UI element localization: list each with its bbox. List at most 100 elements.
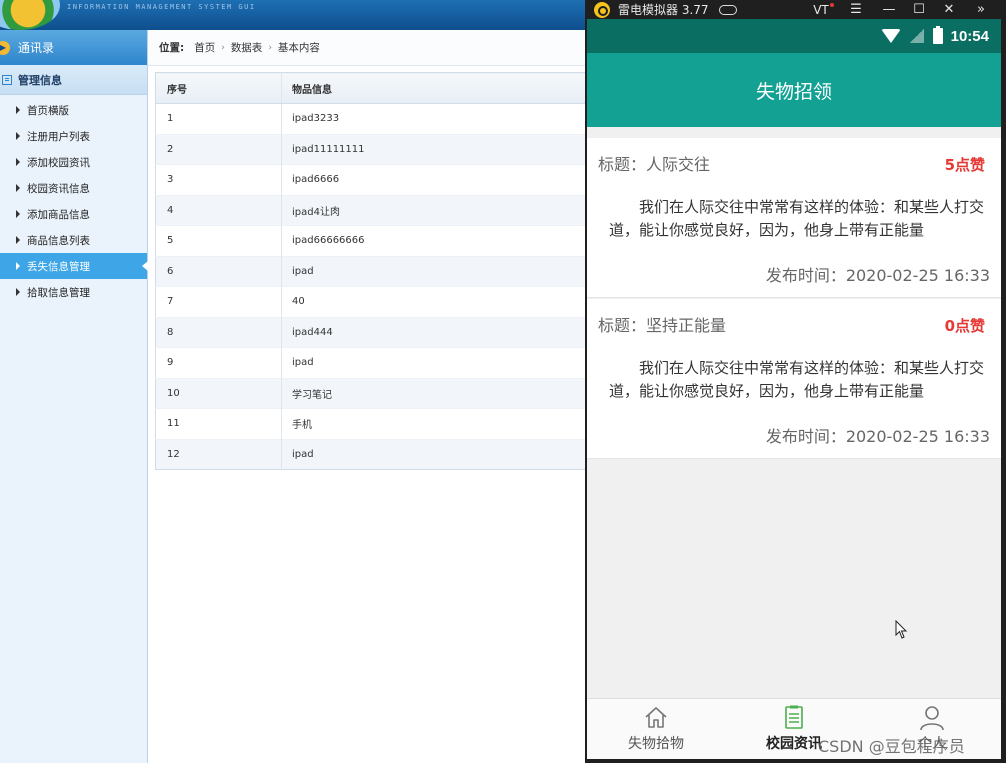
gamepad-icon[interactable] <box>718 4 737 15</box>
breadcrumb: 位置: 首页 › 数据表 › 基本内容 <box>148 30 588 66</box>
cell-id: 2 <box>155 133 282 165</box>
table-row[interactable]: 10 学习笔记 <box>155 377 588 409</box>
cell-item: 手机 <box>281 408 588 439</box>
cell-item: ipad6666 <box>281 164 588 195</box>
sidebar-item-lost-manage[interactable]: 丢失信息管理 <box>0 253 148 279</box>
phone-screen: 10:54 失物招领 标题：人际交往 5点赞 我们在人际交往中常常有这样的体验：… <box>587 19 1001 759</box>
card-likes: 5点赞 <box>944 156 985 174</box>
minimize-icon[interactable]: — <box>880 0 898 19</box>
sidebar-item-label: 校园资讯信息 <box>27 182 90 195</box>
nav-label: 校园资讯 <box>766 736 822 752</box>
app-bar: 失物招领 <box>587 53 1001 127</box>
sidebar-item-add-news[interactable]: 添加校园资讯 <box>0 149 147 175</box>
logo-icon <box>0 0 60 30</box>
card-body: 我们在人际交往中常常有这样的体验：和某些人打交道，能让你感觉良好，因为，他身上带… <box>609 359 985 400</box>
table-row[interactable]: 11 手机 <box>155 408 588 439</box>
card-time: 发布时间：2020-02-25 16:33 <box>765 266 990 285</box>
cell-id: 5 <box>155 225 282 256</box>
cell-id: 10 <box>155 377 282 409</box>
cell-item: ipad66666666 <box>281 225 588 256</box>
sidebar-item-product-list[interactable]: 商品信息列表 <box>0 227 147 253</box>
cell-id: 3 <box>155 164 282 195</box>
header-subtitle: INFORMATION MANAGEMENT SYSTEM GUI <box>67 3 256 11</box>
nav-label: 失物拾物 <box>628 736 684 752</box>
news-card[interactable]: 标题：坚持正能量 0点赞 我们在人际交往中常常有这样的体验：和某些人打交道，能让… <box>587 299 1001 459</box>
cell-item: ipad <box>281 347 588 378</box>
caret-right-icon <box>16 262 20 270</box>
sidebar-section-contacts-label: 通讯录 <box>18 41 55 55</box>
sidebar-item-label: 商品信息列表 <box>27 234 90 247</box>
emulator-titlebar[interactable]: 雷电模拟器 3.77 VT ☰ — ☐ ✕ » <box>585 0 1006 19</box>
menu-icon[interactable]: ☰ <box>847 0 865 19</box>
sidebar-item-label: 拾取信息管理 <box>27 286 90 299</box>
table-row[interactable]: 12 ipad <box>155 438 588 470</box>
table-row[interactable]: 7 40 <box>155 286 588 317</box>
cell-id: 12 <box>155 438 282 470</box>
sidebar-item-label: 注册用户列表 <box>27 130 90 143</box>
sidebar-item-news-info[interactable]: 校园资讯信息 <box>0 175 147 201</box>
breadcrumb-label: 位置: <box>159 42 185 54</box>
watermark: CSDN @豆包程序员 <box>818 737 965 756</box>
cell-item: ipad3233 <box>281 103 588 134</box>
table-row[interactable]: 1 ipad3233 <box>155 103 588 134</box>
chevron-right-icon: ▶ <box>0 40 10 55</box>
caret-right-icon <box>16 106 20 114</box>
home-icon <box>645 707 667 728</box>
sidebar-item-add-product[interactable]: 添加商品信息 <box>0 201 147 227</box>
vt-indicator[interactable]: VT <box>811 0 834 19</box>
status-bar: 10:54 <box>587 19 1001 53</box>
table-row[interactable]: 6 ipad <box>155 255 588 287</box>
column-header-id: 序号 <box>155 72 282 104</box>
no-signal-icon <box>909 29 924 43</box>
cell-id: 9 <box>155 347 282 378</box>
table-row[interactable]: 3 ipad6666 <box>155 164 588 195</box>
caret-right-icon <box>16 236 20 244</box>
sidebar-item-label: 添加商品信息 <box>27 208 90 221</box>
sidebar-item-label: 首页横版 <box>27 104 69 117</box>
clipboard-icon <box>785 705 803 729</box>
sidebar-section-manage[interactable]: 管理信息 <box>0 65 147 95</box>
list-icon <box>2 74 12 85</box>
table-row[interactable]: 5 ipad66666666 <box>155 225 588 256</box>
table-row[interactable]: 8 ipad444 <box>155 316 588 348</box>
expand-sidebar-icon[interactable]: » <box>972 0 990 19</box>
table-row[interactable]: 9 ipad <box>155 347 588 378</box>
card-time: 发布时间：2020-02-25 16:33 <box>765 427 990 446</box>
status-time: 10:54 <box>950 27 989 45</box>
emulator-window: 雷电模拟器 3.77 VT ☰ — ☐ ✕ » 10:54 失物招领 标题：人际… <box>585 0 1006 763</box>
breadcrumb-link-home[interactable]: 首页 <box>194 40 215 55</box>
cell-item: 40 <box>281 286 588 317</box>
sidebar-item-user-list[interactable]: 注册用户列表 <box>0 123 147 149</box>
cell-item: ipad444 <box>281 316 588 348</box>
close-icon[interactable]: ✕ <box>940 0 958 19</box>
sidebar-item-home-banner[interactable]: 首页横版 <box>0 97 147 123</box>
sidebar-menu: 首页横版 注册用户列表 添加校园资讯 校园资讯信息 添加商品信息 商品信息列表 … <box>0 95 148 305</box>
chevron-right-icon: › <box>221 42 225 53</box>
sidebar-item-label: 丢失信息管理 <box>27 260 90 273</box>
breadcrumb-current: 基本内容 <box>277 42 320 54</box>
cell-item: 学习笔记 <box>281 377 588 409</box>
maximize-icon[interactable]: ☐ <box>910 0 928 19</box>
cell-id: 4 <box>155 194 282 226</box>
news-card[interactable]: 标题：人际交往 5点赞 我们在人际交往中常常有这样的体验：和某些人打交道，能让你… <box>587 138 1001 298</box>
cell-item: ipad11111111 <box>281 133 588 165</box>
table-row[interactable]: 2 ipad11111111 <box>155 133 588 165</box>
caret-right-icon <box>16 158 20 166</box>
cell-item: ipad <box>281 255 588 287</box>
sidebar-item-found-manage[interactable]: 拾取信息管理 <box>0 279 147 305</box>
news-list: 标题：人际交往 5点赞 我们在人际交往中常常有这样的体验：和某些人打交道，能让你… <box>587 127 1001 459</box>
emulator-logo-icon <box>594 1 610 18</box>
cell-id: 7 <box>155 286 282 317</box>
nav-tab-lost-found[interactable]: 失物拾物 <box>587 699 725 759</box>
caret-right-icon <box>16 210 20 218</box>
chevron-right-icon: › <box>268 42 272 53</box>
table-header-row: 序号 物品信息 <box>155 72 588 104</box>
admin-sidebar: ▶ 通讯录 管理信息 首页横版 注册用户列表 添加校园资讯 校园资讯信息 添加商… <box>0 30 148 763</box>
table-row[interactable]: 4 ipad4让肉 <box>155 194 588 226</box>
emulator-title: 雷电模拟器 3.77 <box>618 3 709 17</box>
battery-icon <box>932 26 943 44</box>
breadcrumb-link-datatable[interactable]: 数据表 <box>231 40 263 55</box>
sidebar-section-contacts[interactable]: ▶ 通讯录 <box>0 30 147 65</box>
caret-right-icon <box>16 132 20 140</box>
card-title: 标题：坚持正能量 <box>598 316 727 335</box>
